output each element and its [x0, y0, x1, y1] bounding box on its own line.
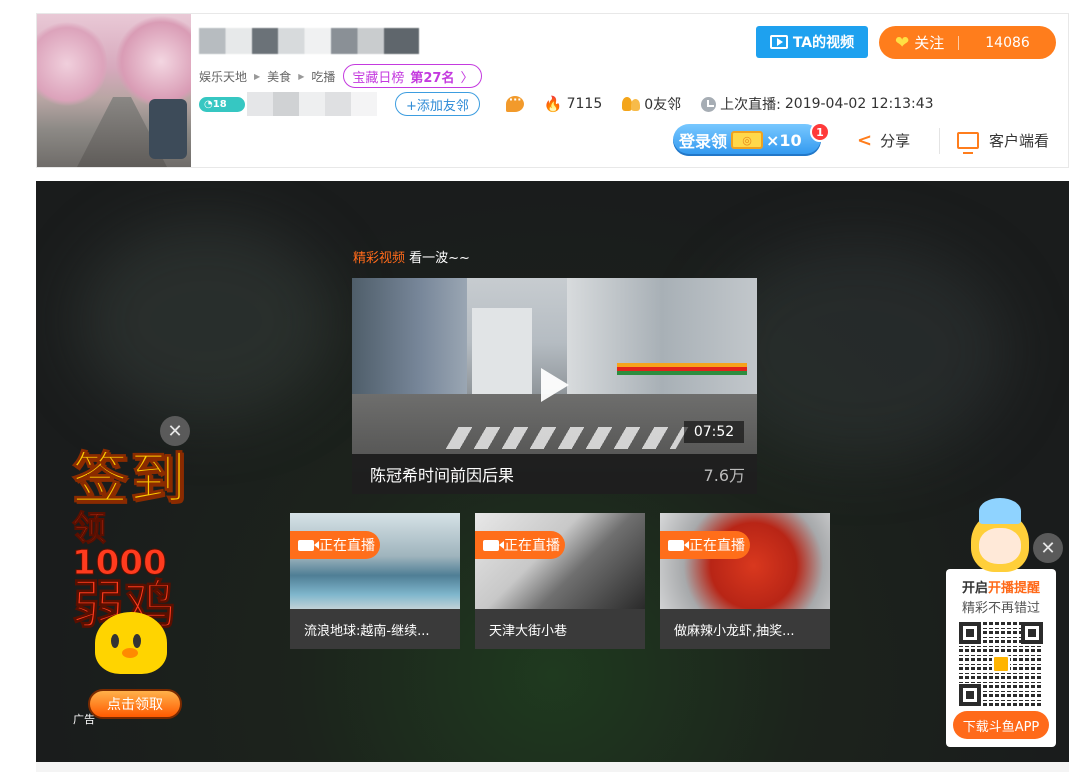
ad-label: 广告 — [73, 713, 95, 726]
anchor-id-blurred — [247, 92, 377, 116]
last-live-stat: 上次直播: 2019-04-02 12:13:43 — [701, 94, 934, 114]
highlight-videos-heading: 精彩视频 看一波~~ — [353, 251, 470, 266]
room-header: 娱乐天地 ▶ 美食 ▶ 吃播 宝藏日榜 第27名 〉 ◔ 18 +添加友邻 🔥 … — [36, 13, 1069, 168]
last-live-label: 上次直播: — [720, 97, 781, 113]
featured-video-caption: 陈冠希时间前因后果 7.6万 — [352, 454, 757, 494]
heart-icon: ❤ — [895, 32, 910, 53]
client-watch-button[interactable]: 客户端看 — [957, 130, 1049, 154]
login-reward-count: ×10 — [766, 130, 802, 150]
breadcrumb-separator-icon: ▶ — [254, 71, 261, 81]
fire-icon: 🔥 — [543, 95, 563, 113]
mascot-icon — [965, 498, 1035, 574]
featured-video-card[interactable]: 07:52 陈冠希时间前因后果 7.6万 — [352, 278, 757, 494]
follow-divider — [958, 35, 960, 50]
friends-value: 0友邻 — [644, 97, 682, 113]
fishball-coin-icon: ◎ — [731, 131, 764, 149]
live-badge: 正在直播 — [290, 531, 380, 559]
close-icon[interactable]: ✕ — [160, 416, 190, 446]
qr-subtitle: 精彩不再错过 — [961, 601, 1040, 616]
live-room-thumbnail — [660, 513, 830, 609]
checkin-ad-banner[interactable]: 签到 领1000 弱鸡 — [72, 447, 192, 633]
login-reward-label: 登录领 — [679, 132, 728, 151]
video-duration: 07:52 — [684, 421, 744, 443]
follow-button[interactable]: ❤ 关注 14086 — [879, 26, 1056, 59]
login-reward-button[interactable]: 登录领 ◎ ×10 — [673, 124, 821, 156]
live-room-thumbnail — [290, 513, 460, 609]
chick-mascot-icon — [95, 612, 167, 674]
video-icon — [769, 35, 788, 49]
share-button[interactable]: < 分享 — [857, 130, 910, 151]
share-icon: < — [857, 130, 873, 151]
breadcrumb-item[interactable]: 美食 — [267, 68, 291, 85]
close-icon[interactable]: ✕ — [1033, 533, 1063, 563]
camera-icon — [298, 539, 319, 551]
app-download-panel: 开启开播提醒 精彩不再错过 下载斗鱼APP — [946, 569, 1056, 747]
live-badge: 正在直播 — [475, 531, 565, 559]
camera-icon — [483, 539, 504, 551]
live-room-card[interactable]: 正在直播 天津大街小巷 — [475, 513, 645, 649]
camera-icon — [668, 539, 689, 551]
chevron-right-icon: 〉 — [460, 70, 474, 86]
level-icon: ◔ — [204, 98, 213, 110]
breadcrumb-item[interactable]: 吃播 — [311, 68, 335, 85]
follow-count: 14086 — [985, 34, 1030, 51]
monitor-icon — [957, 132, 979, 154]
ad-subline: 领1000 — [72, 509, 168, 583]
qr-title: 开启开播提醒 — [961, 581, 1041, 596]
add-friend-button[interactable]: +添加友邻 — [395, 92, 480, 116]
last-live-time: 2019-04-02 12:13:43 — [784, 96, 934, 112]
follow-label: 关注 — [914, 34, 945, 52]
chat-icon[interactable] — [505, 93, 524, 112]
rank-label: 宝藏日榜 — [352, 70, 405, 86]
ad-headline: 签到 — [72, 447, 188, 512]
rank-badge[interactable]: 宝藏日榜 第27名 〉 — [343, 64, 483, 88]
live-room-title: 天津大街小巷 — [475, 609, 645, 649]
live-room-thumbnail — [475, 513, 645, 609]
live-room-card[interactable]: 正在直播 做麻辣小龙虾,抽奖... — [660, 513, 830, 649]
clock-icon — [701, 96, 717, 112]
rank-value: 第27名 — [410, 70, 455, 86]
level-badge: ◔ 18 — [199, 96, 245, 112]
breadcrumb: 娱乐天地 ▶ 美食 ▶ 吃播 宝藏日榜 第27名 〉 — [199, 64, 483, 88]
featured-video-views: 7.6万 — [703, 466, 745, 485]
breadcrumb-item[interactable]: 娱乐天地 — [199, 68, 247, 85]
ta-video-button[interactable]: TA的视频 — [756, 26, 868, 58]
room-cover-image[interactable] — [37, 14, 191, 167]
friends-stat[interactable]: 0友邻 — [622, 94, 681, 114]
live-badge: 正在直播 — [660, 531, 750, 559]
breadcrumb-separator-icon: ▶ — [298, 71, 305, 81]
heat-stat: 🔥 7115 — [544, 95, 602, 113]
page-footer-strip — [36, 762, 1069, 772]
qr-code-icon — [959, 622, 1043, 706]
notification-badge: 1 — [810, 122, 830, 142]
header-divider — [939, 128, 940, 154]
play-icon[interactable] — [541, 368, 569, 402]
room-info-row: ◔ 18 +添加友邻 🔥 7115 0友邻 上次直播: 2019-04-02 1… — [199, 92, 934, 116]
live-room-title: 做麻辣小龙虾,抽奖... — [660, 609, 830, 649]
download-app-button[interactable]: 下载斗鱼APP — [953, 711, 1049, 739]
friends-icon — [622, 97, 641, 111]
room-title-blurred — [199, 28, 419, 54]
heat-value: 7115 — [566, 96, 603, 112]
live-room-title: 流浪地球:越南-继续... — [290, 609, 460, 649]
featured-video-title: 陈冠希时间前因后果 — [370, 466, 515, 485]
live-room-card[interactable]: 正在直播 流浪地球:越南-继续... — [290, 513, 460, 649]
claim-button[interactable]: 点击领取 — [88, 689, 182, 719]
